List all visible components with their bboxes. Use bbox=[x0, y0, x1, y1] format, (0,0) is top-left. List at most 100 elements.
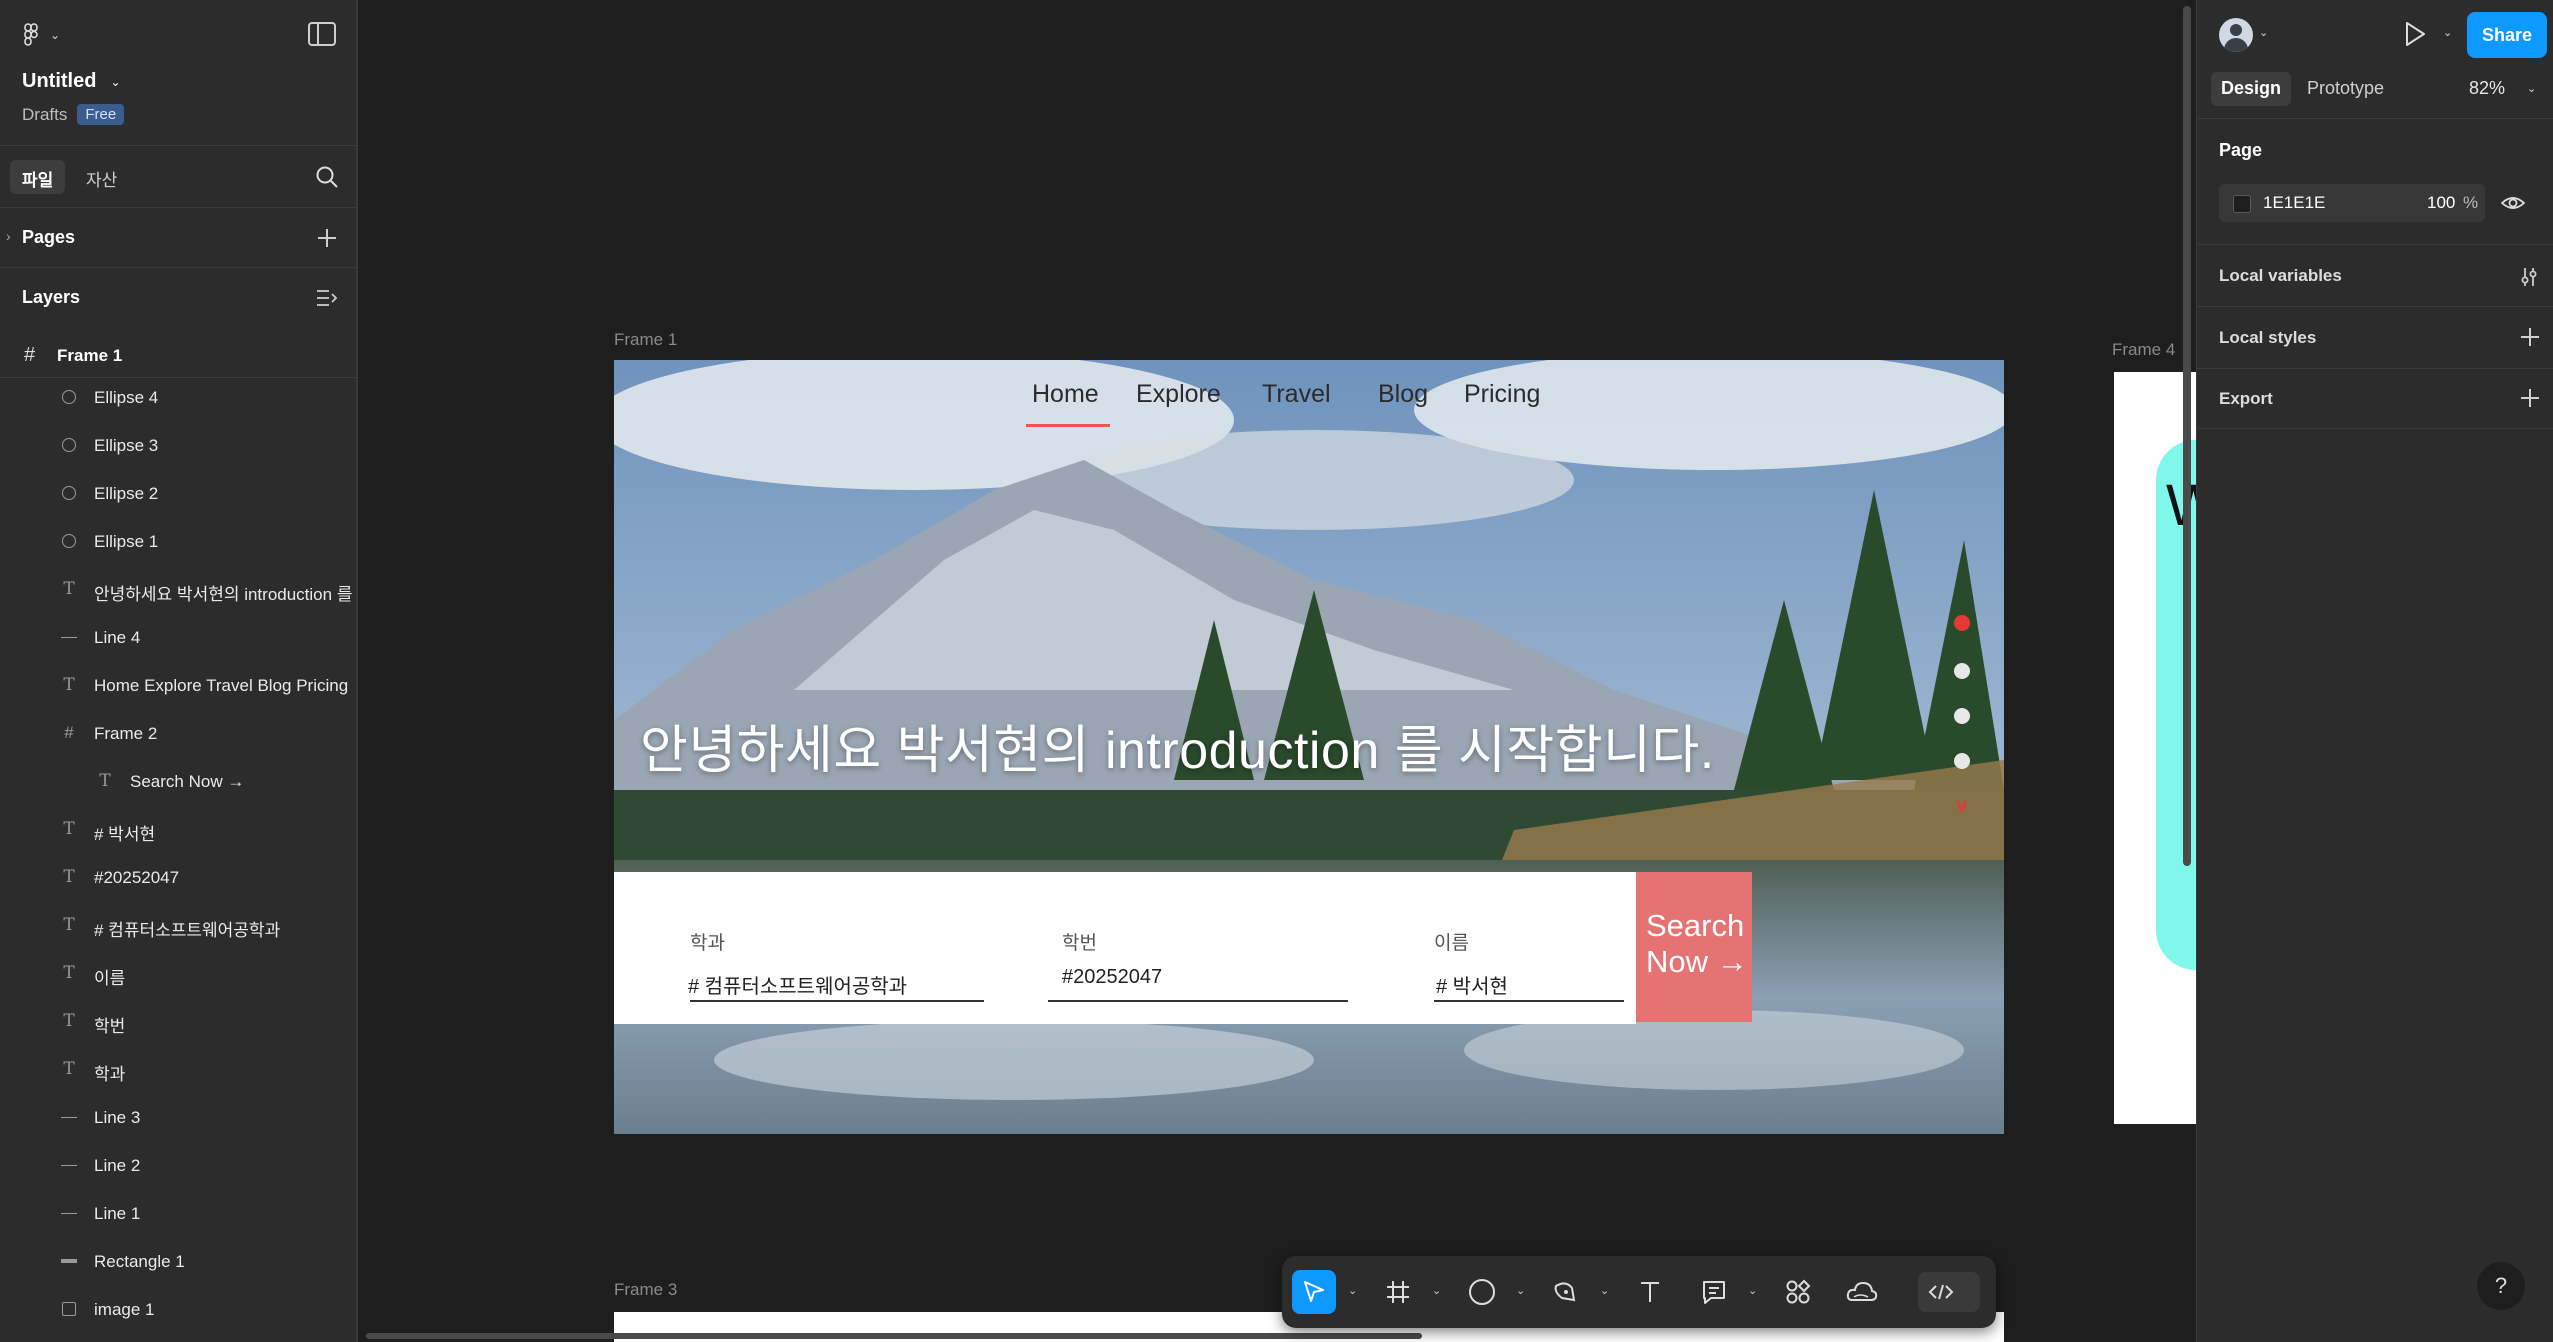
horizontal-scrollbar[interactable] bbox=[366, 1333, 1422, 1339]
frame-1[interactable]: Home Explore Travel Blog Pricing 안녕하세요 박… bbox=[614, 360, 2004, 1134]
nav-travel[interactable]: Travel bbox=[1262, 380, 1331, 409]
chevron-down-icon[interactable]: ⌄ bbox=[1748, 1284, 1757, 1297]
layer-row[interactable]: Ellipse 1 bbox=[0, 518, 356, 566]
layer-row[interactable]: Rectangle 1 bbox=[0, 1238, 356, 1286]
figma-logo-icon bbox=[24, 23, 38, 46]
layer-row[interactable]: Line 4 bbox=[0, 614, 356, 662]
collapse-layers-icon[interactable] bbox=[316, 288, 338, 308]
eye-icon[interactable] bbox=[2501, 192, 2525, 214]
frame-4-label[interactable]: Frame 4 bbox=[2112, 340, 2175, 360]
chevron-down-icon[interactable]: ⌄ bbox=[1516, 1284, 1525, 1297]
layer-row[interactable]: T Search Now → bbox=[0, 758, 356, 806]
move-tool-button[interactable] bbox=[1292, 1270, 1336, 1314]
main-menu-button[interactable]: ⌄ bbox=[22, 22, 62, 48]
share-button[interactable]: Share bbox=[2467, 12, 2547, 58]
layer-row[interactable]: Ellipse 2 bbox=[0, 470, 356, 518]
layer-row[interactable]: T # 박서현 bbox=[0, 806, 356, 854]
pages-section[interactable]: › Pages bbox=[0, 208, 356, 268]
add-export-icon[interactable] bbox=[2519, 387, 2541, 409]
layer-name: Home Explore Travel Blog Pricing bbox=[94, 676, 349, 695]
tab-assets[interactable]: 자산 bbox=[74, 160, 129, 194]
local-variables-label[interactable]: Local variables bbox=[2219, 266, 2342, 286]
tab-file[interactable]: 파일 bbox=[10, 160, 66, 194]
variables-settings-icon[interactable] bbox=[2519, 266, 2539, 288]
shape-tool-button[interactable] bbox=[1460, 1270, 1504, 1314]
layer-row[interactable]: T Home Explore Travel Blog Pricing bbox=[0, 662, 356, 710]
dept-value[interactable]: # 컴퓨터소프트웨어공학과 bbox=[688, 970, 907, 999]
layer-frame-1[interactable]: # Frame 1 bbox=[0, 334, 356, 378]
layer-row[interactable]: T 학번 bbox=[0, 998, 356, 1046]
layer-name: # 컴퓨터소프트웨어공학과 bbox=[94, 921, 281, 940]
page-opacity[interactable]: 100 bbox=[2427, 193, 2455, 213]
file-location: Drafts Free bbox=[22, 104, 125, 125]
nav-pricing[interactable]: Pricing bbox=[1464, 380, 1540, 409]
comment-tool-button[interactable] bbox=[1692, 1270, 1736, 1314]
slider-dot-2[interactable] bbox=[1954, 663, 1970, 679]
hero-headline[interactable]: 안녕하세요 박서현의 introduction 를 시작합니다. bbox=[640, 708, 1715, 783]
canvas[interactable]: Frame 1 Home Explore Travel Blog Pricing… bbox=[360, 0, 2204, 1342]
add-style-icon[interactable] bbox=[2519, 326, 2541, 348]
chevron-down-icon[interactable]: v bbox=[1956, 795, 1967, 818]
nav-blog[interactable]: Blog bbox=[1378, 380, 1428, 409]
layer-row[interactable]: T #20252047 bbox=[0, 854, 356, 902]
pen-tool-button[interactable] bbox=[1544, 1270, 1588, 1314]
layer-row[interactable]: T # 컴퓨터소프트웨어공학과 bbox=[0, 902, 356, 950]
toggle-sidebar-button[interactable] bbox=[308, 22, 336, 46]
help-button[interactable]: ? bbox=[2477, 1262, 2525, 1310]
ai-tool-button[interactable] bbox=[1840, 1270, 1884, 1314]
chevron-down-icon[interactable]: ⌄ bbox=[1348, 1284, 1357, 1297]
tab-design[interactable]: Design bbox=[2211, 72, 2292, 106]
pen-icon bbox=[1554, 1282, 1576, 1302]
actions-tool-button[interactable] bbox=[1776, 1270, 1820, 1314]
chevron-down-icon[interactable]: ⌄ bbox=[1600, 1284, 1609, 1297]
frame-3-label[interactable]: Frame 3 bbox=[614, 1280, 677, 1300]
text-tool-button[interactable] bbox=[1628, 1270, 1672, 1314]
play-icon[interactable] bbox=[2403, 20, 2427, 48]
file-title[interactable]: Untitled ⌄ bbox=[22, 70, 121, 93]
frame-tool-button[interactable] bbox=[1376, 1270, 1420, 1314]
nav-explore[interactable]: Explore bbox=[1136, 380, 1221, 409]
layer-name: Frame 2 bbox=[94, 724, 158, 743]
chevron-down-icon: ⌄ bbox=[110, 74, 121, 89]
search-now-button[interactable]: Search Now → bbox=[1636, 872, 1752, 1022]
drafts-link[interactable]: Drafts bbox=[22, 105, 67, 125]
add-page-icon[interactable] bbox=[316, 227, 338, 249]
student-id-value[interactable]: #20252047 bbox=[1062, 966, 1162, 989]
layer-row[interactable]: T 학과 bbox=[0, 1046, 356, 1094]
layer-row[interactable]: image 1 bbox=[0, 1286, 356, 1334]
layer-row[interactable]: Line 3 bbox=[0, 1094, 356, 1142]
layer-row[interactable]: T 이름 bbox=[0, 950, 356, 998]
chevron-down-icon[interactable]: ⌄ bbox=[2527, 82, 2536, 95]
ellipse-icon bbox=[60, 532, 78, 550]
page-color-field[interactable]: 1E1E1E 100 % bbox=[2219, 184, 2485, 222]
layer-row[interactable]: Ellipse 4 bbox=[0, 374, 356, 422]
zoom-level[interactable]: 82% bbox=[2469, 78, 2505, 99]
color-swatch[interactable] bbox=[2233, 195, 2251, 213]
chevron-down-icon[interactable]: ⌄ bbox=[1432, 1284, 1441, 1297]
dev-mode-toggle[interactable] bbox=[1918, 1272, 1980, 1312]
page-color-hex[interactable]: 1E1E1E bbox=[2263, 193, 2325, 213]
text-icon: T bbox=[63, 579, 75, 599]
layer-row[interactable]: T 안녕하세요 박서현의 introduction 를 bbox=[0, 566, 356, 614]
divider bbox=[2197, 368, 2553, 369]
layer-row[interactable]: Line 2 bbox=[0, 1142, 356, 1190]
text-tool-icon bbox=[1641, 1282, 1659, 1302]
local-styles-label[interactable]: Local styles bbox=[2219, 328, 2316, 348]
nav-home[interactable]: Home bbox=[1032, 380, 1099, 409]
slider-dot-3[interactable] bbox=[1954, 708, 1970, 724]
layer-row[interactable]: Line 1 bbox=[0, 1190, 356, 1238]
slider-dot-4[interactable] bbox=[1954, 753, 1970, 769]
vertical-scrollbar[interactable] bbox=[2183, 6, 2191, 866]
slider-dot-1[interactable] bbox=[1954, 615, 1970, 631]
layer-row[interactable]: Ellipse 3 bbox=[0, 422, 356, 470]
chevron-down-icon[interactable]: ⌄ bbox=[2259, 26, 2268, 39]
export-label[interactable]: Export bbox=[2219, 389, 2273, 409]
avatar[interactable] bbox=[2219, 18, 2253, 52]
page-color-row: 1E1E1E 100 % bbox=[2219, 184, 2533, 222]
tab-prototype[interactable]: Prototype bbox=[2297, 72, 2394, 106]
search-icon[interactable] bbox=[314, 164, 340, 190]
chevron-down-icon[interactable]: ⌄ bbox=[2443, 26, 2452, 39]
layer-row[interactable]: # Frame 2 bbox=[0, 710, 356, 758]
frame-1-label[interactable]: Frame 1 bbox=[614, 330, 677, 350]
name-value[interactable]: # 박서현 bbox=[1436, 970, 1508, 999]
